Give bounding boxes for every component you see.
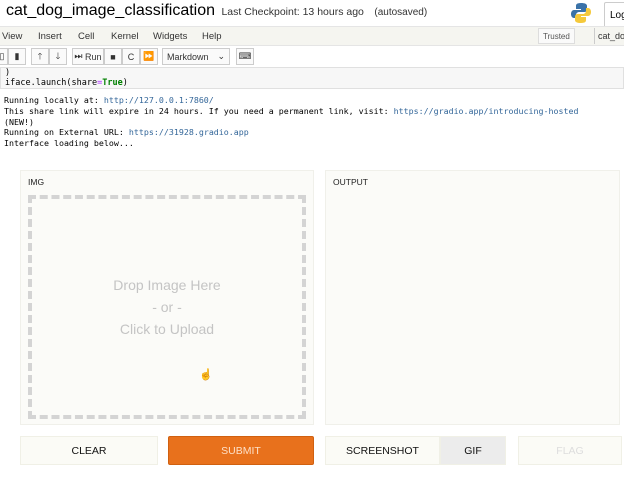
move-up-button[interactable]: 🡑 <box>31 48 49 65</box>
run-label: Run <box>85 51 102 62</box>
trusted-badge[interactable]: Trusted <box>538 28 575 44</box>
restart-icon: C <box>127 51 135 62</box>
external-url-link[interactable]: https://31928.gradio.app <box>129 127 249 137</box>
copy-button[interactable]: ▯ <box>0 48 8 65</box>
output-label: OUTPUT <box>333 177 368 187</box>
code-text: iface.launch(share <box>5 78 98 88</box>
notebook-title[interactable]: cat_dog_image_classification <box>6 2 215 19</box>
menu-view[interactable]: View <box>2 31 22 42</box>
cell-type-value: Markdown <box>167 51 209 62</box>
interrupt-button[interactable]: ■ <box>104 48 122 65</box>
upload-text: Click to Upload <box>119 321 215 337</box>
output-line: Running locally at: http://127.0.0.1:786… <box>4 95 578 106</box>
menu-insert[interactable]: Insert <box>38 31 62 42</box>
output-line: (NEW!) <box>4 116 34 127</box>
restart-button[interactable]: C <box>122 48 140 65</box>
paste-button[interactable]: ▮ <box>8 48 26 65</box>
python-logo-icon <box>571 3 591 23</box>
chevron-down-icon: ⌄ <box>217 51 225 61</box>
output-text: Running locally at: <box>4 95 104 105</box>
image-upload-dropzone[interactable]: Drop Image Here - or - Click to Upload <box>28 195 306 419</box>
input-label: IMG <box>28 177 45 187</box>
drop-or-text: - or - <box>152 299 182 315</box>
local-url-link[interactable]: http://127.0.0.1:7860/ <box>104 95 214 105</box>
cell-output: Running locally at: http://127.0.0.1:786… <box>4 95 578 149</box>
code-cell[interactable]: ) iface.launch(share=True) <box>0 67 624 89</box>
menu-cell[interactable]: Cell <box>78 31 94 42</box>
kernel-name[interactable]: cat_dog <box>594 28 624 44</box>
notebook-header: cat_dog_image_classification Last Checkp… <box>6 2 427 20</box>
clear-button[interactable]: CLEAR <box>20 436 158 465</box>
logout-button[interactable]: Log <box>604 2 624 28</box>
autosave-status: (autosaved) <box>374 7 428 18</box>
arrow-up-icon: 🡑 <box>37 50 43 61</box>
fast-forward-icon: ⏩ <box>143 51 155 61</box>
output-text: Running on External URL: <box>4 127 129 138</box>
output-line: This share link will expire in 24 hours.… <box>4 106 578 117</box>
hosted-link[interactable]: https://gradio.app/introducing-hosted <box>394 106 579 116</box>
input-panel: IMG Drop Image Here - or - Click to Uplo… <box>20 170 314 425</box>
keyboard-icon: ⌨ <box>238 51 252 61</box>
output-line: Running on External URL: https://31928.g… <box>4 127 578 138</box>
code-line: ) <box>5 68 11 78</box>
move-down-button[interactable]: 🡓 <box>49 48 67 65</box>
copy-icon: ▯ <box>0 51 5 61</box>
menu-bar: View Insert Cell Kernel Widgets Help <box>0 26 624 46</box>
arrow-down-icon: 🡓 <box>55 50 61 61</box>
submit-button[interactable]: SUBMIT <box>168 436 314 465</box>
output-text: This share link will expire in 24 hours.… <box>4 105 394 116</box>
code-text: ) <box>122 78 128 88</box>
menu-widgets[interactable]: Widgets <box>153 31 187 42</box>
output-line: Interface loading below... <box>4 138 134 149</box>
command-palette-button[interactable]: ⌨ <box>236 48 254 65</box>
menu-help[interactable]: Help <box>202 31 222 42</box>
cell-type-select[interactable]: Markdown ⌄ <box>162 48 230 65</box>
code-line: iface.launch(share=True) <box>5 78 619 88</box>
drop-text: Drop Image Here <box>113 277 221 293</box>
flag-button[interactable]: FLAG <box>518 436 622 465</box>
stop-icon: ■ <box>110 51 116 62</box>
step-icon: ⏭ <box>74 51 83 61</box>
run-button[interactable]: ⏭ Run <box>72 48 104 65</box>
screenshot-button[interactable]: SCREENSHOT <box>325 436 440 465</box>
hand-cursor-icon: ☝ <box>199 369 213 381</box>
menu-kernel[interactable]: Kernel <box>111 31 138 42</box>
toolbar: ▯ ▮ 🡑 🡓 ⏭ Run ■ C ⏩ Markdown ⌄ ⌨ <box>0 48 624 66</box>
checkpoint-status: Last Checkpoint: 13 hours ago <box>221 6 364 18</box>
paste-icon: ▮ <box>14 51 20 61</box>
run-all-button[interactable]: ⏩ <box>140 48 158 65</box>
code-keyword: True <box>102 78 123 88</box>
output-panel: OUTPUT <box>325 170 620 425</box>
gif-button[interactable]: GIF <box>440 436 506 465</box>
